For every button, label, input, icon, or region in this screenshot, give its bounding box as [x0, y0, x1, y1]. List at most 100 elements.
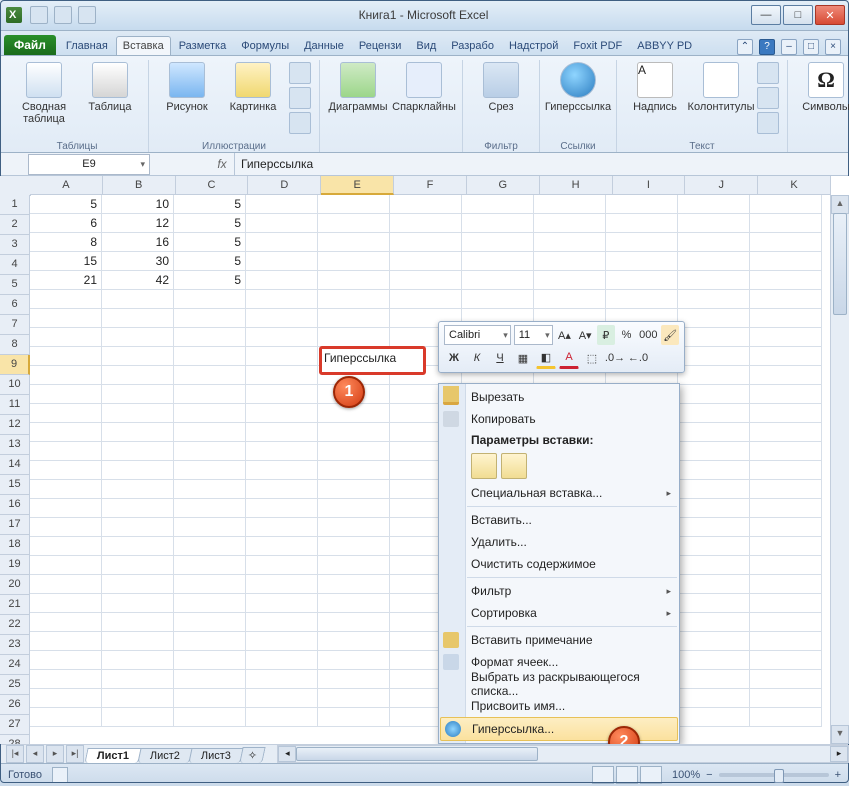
cell[interactable] [678, 404, 750, 423]
cell[interactable] [462, 252, 534, 271]
headerfooter-button[interactable]: Колонтитулы [691, 60, 751, 113]
row-header[interactable]: 23 [0, 635, 30, 655]
cell[interactable] [30, 290, 102, 309]
cell[interactable] [102, 309, 174, 328]
row-header[interactable]: 14 [0, 455, 30, 475]
select-all-corner[interactable] [0, 176, 31, 196]
cell[interactable] [678, 233, 750, 252]
cell[interactable] [462, 195, 534, 214]
cell[interactable] [678, 708, 750, 727]
italic-button[interactable]: К [467, 348, 487, 368]
cell[interactable] [750, 708, 822, 727]
row-header[interactable]: 28 [0, 735, 30, 744]
cell[interactable] [102, 328, 174, 347]
cell[interactable] [390, 252, 462, 271]
scroll-up-icon[interactable]: ▲ [831, 195, 849, 214]
sparklines-button[interactable]: Спарклайны [394, 60, 454, 113]
tab-nav-prev-icon[interactable]: ◂ [26, 745, 44, 763]
cell[interactable] [318, 442, 390, 461]
cell[interactable]: 5 [30, 195, 102, 214]
cell[interactable] [30, 423, 102, 442]
cell[interactable] [246, 442, 318, 461]
cell[interactable] [246, 328, 318, 347]
cell[interactable] [102, 385, 174, 404]
cell[interactable] [318, 233, 390, 252]
col-header[interactable]: G [467, 176, 540, 195]
cell[interactable] [102, 499, 174, 518]
horizontal-scrollbar[interactable]: ◂ ▸ [277, 745, 849, 763]
cell[interactable] [750, 347, 822, 366]
cell[interactable] [102, 461, 174, 480]
cell[interactable] [750, 518, 822, 537]
cell[interactable] [174, 651, 246, 670]
cell[interactable] [678, 518, 750, 537]
row-header[interactable]: 6 [0, 295, 30, 315]
cell[interactable] [30, 347, 102, 366]
cell[interactable] [318, 689, 390, 708]
cell[interactable] [534, 252, 606, 271]
cell[interactable] [318, 632, 390, 651]
macro-record-icon[interactable] [52, 767, 68, 783]
cell[interactable] [678, 461, 750, 480]
cell[interactable] [30, 575, 102, 594]
cell[interactable] [678, 271, 750, 290]
cell[interactable] [102, 556, 174, 575]
normal-view-icon[interactable] [592, 766, 614, 784]
cell[interactable] [750, 233, 822, 252]
cell[interactable] [318, 537, 390, 556]
row-header[interactable]: 11 [0, 395, 30, 415]
underline-button[interactable]: Ч [490, 348, 510, 368]
row-header[interactable]: 18 [0, 535, 30, 555]
cell[interactable] [30, 385, 102, 404]
cell[interactable] [246, 670, 318, 689]
cell[interactable] [174, 442, 246, 461]
cell[interactable] [174, 613, 246, 632]
scroll-down-icon[interactable]: ▼ [831, 725, 849, 744]
cell[interactable] [750, 385, 822, 404]
cell[interactable] [30, 499, 102, 518]
cell[interactable] [318, 651, 390, 670]
cell[interactable] [678, 366, 750, 385]
cell[interactable] [318, 328, 390, 347]
cell[interactable] [246, 309, 318, 328]
col-header[interactable]: A [30, 176, 103, 195]
file-tab[interactable]: Файл [4, 35, 56, 55]
zoom-level[interactable]: 100% [672, 769, 700, 781]
increase-decimal-icon[interactable]: .0→ [605, 348, 625, 368]
cell[interactable] [534, 233, 606, 252]
cell[interactable] [174, 480, 246, 499]
cell[interactable] [318, 195, 390, 214]
row-header[interactable]: 25 [0, 675, 30, 695]
scroll-thumb[interactable] [833, 213, 847, 315]
cell[interactable] [102, 442, 174, 461]
maximize-button[interactable]: □ [783, 5, 813, 25]
ctx-paste-special[interactable]: Специальная вставка...▸ [439, 482, 679, 504]
qat-save-icon[interactable] [30, 6, 48, 24]
cell[interactable]: 5 [174, 214, 246, 233]
fx-icon[interactable]: fx [210, 153, 235, 175]
cell[interactable] [750, 271, 822, 290]
close-button[interactable]: ✕ [815, 5, 845, 25]
cell[interactable]: 10 [102, 195, 174, 214]
mini-font-combo[interactable]: Calibri [444, 325, 511, 345]
picture-button[interactable]: Рисунок [157, 60, 217, 113]
cell[interactable] [246, 518, 318, 537]
cell[interactable] [678, 670, 750, 689]
cell[interactable] [750, 309, 822, 328]
cell[interactable] [102, 594, 174, 613]
help-icon[interactable]: ? [759, 39, 775, 55]
cell[interactable]: 12 [102, 214, 174, 233]
cell[interactable] [678, 328, 750, 347]
cell[interactable] [678, 347, 750, 366]
cell[interactable] [246, 271, 318, 290]
cell[interactable] [246, 347, 318, 366]
cell[interactable] [678, 575, 750, 594]
cell[interactable] [750, 461, 822, 480]
cell[interactable] [246, 689, 318, 708]
cell[interactable] [30, 556, 102, 575]
hscroll-thumb[interactable] [296, 747, 538, 761]
cell[interactable] [246, 537, 318, 556]
cell[interactable] [318, 309, 390, 328]
mini-size-combo[interactable]: 11 [514, 325, 553, 345]
sheet-tab-1[interactable]: Лист1 [84, 748, 141, 763]
